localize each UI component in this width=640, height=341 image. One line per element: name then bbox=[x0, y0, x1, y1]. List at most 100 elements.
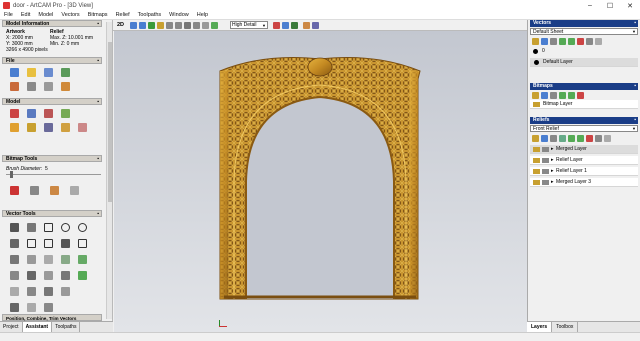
layer-options-icon[interactable] bbox=[595, 38, 602, 45]
menu-model[interactable]: Model bbox=[34, 12, 57, 18]
offset-icon[interactable] bbox=[44, 109, 53, 118]
trim-icon[interactable] bbox=[61, 271, 70, 280]
sheet-dropdown[interactable]: Default Sheet ▼ bbox=[530, 28, 638, 35]
relief-layer-row[interactable]: Merged Layer ▸ bbox=[530, 145, 638, 154]
close-model-icon[interactable] bbox=[61, 68, 70, 77]
shaded-icon[interactable] bbox=[211, 22, 218, 29]
cut-icon[interactable] bbox=[27, 82, 36, 91]
tab-project[interactable]: Project bbox=[0, 322, 23, 332]
brush-slider-track[interactable] bbox=[6, 174, 101, 175]
lock-view-icon[interactable] bbox=[202, 22, 209, 29]
expand-icon[interactable]: ▸ bbox=[551, 145, 554, 154]
tab-toolpaths[interactable]: Toolpaths bbox=[52, 322, 81, 332]
rotate-icon[interactable] bbox=[78, 255, 87, 264]
bitmap-up-icon[interactable] bbox=[559, 92, 566, 99]
menu-help[interactable]: Help bbox=[193, 12, 212, 18]
smooth-icon[interactable] bbox=[70, 186, 79, 195]
nest-icon[interactable] bbox=[78, 271, 87, 280]
scale-icon[interactable] bbox=[10, 271, 19, 280]
detail-dropdown[interactable]: High Detail ▼ bbox=[230, 21, 268, 29]
copy-relief-icon[interactable] bbox=[550, 135, 557, 142]
zoom-out-icon[interactable] bbox=[139, 22, 146, 29]
expand-icon[interactable]: ▸ bbox=[551, 178, 554, 187]
scrollbar-thumb[interactable] bbox=[108, 42, 112, 202]
layer-down-icon[interactable] bbox=[568, 38, 575, 45]
offset-vector-icon[interactable] bbox=[27, 255, 36, 264]
polygon-icon[interactable] bbox=[27, 239, 36, 248]
lighting-icon[interactable] bbox=[61, 123, 70, 132]
vectors-header[interactable]: Vectors ▪ bbox=[530, 20, 638, 27]
front-view-icon[interactable] bbox=[166, 22, 173, 29]
paste-icon[interactable] bbox=[61, 82, 70, 91]
position-header[interactable]: Position, Combine, Trim Vectors bbox=[2, 314, 102, 321]
wrap-icon[interactable] bbox=[27, 303, 36, 312]
fillet-icon[interactable] bbox=[10, 255, 19, 264]
tab-layers[interactable]: Layers bbox=[527, 322, 553, 332]
resolution-icon[interactable] bbox=[27, 109, 36, 118]
align-icon[interactable] bbox=[44, 255, 53, 264]
relief-down-icon[interactable] bbox=[577, 135, 584, 142]
new-layer-icon[interactable] bbox=[532, 38, 539, 45]
paint-icon[interactable] bbox=[10, 186, 19, 195]
mirror-icon[interactable] bbox=[61, 255, 70, 264]
colour-icon[interactable] bbox=[27, 123, 36, 132]
top-view-icon[interactable] bbox=[184, 22, 191, 29]
subtract-icon[interactable] bbox=[27, 287, 36, 296]
expand-icon[interactable]: ▸ bbox=[551, 167, 554, 176]
fill-icon[interactable] bbox=[30, 186, 39, 195]
intersect-icon[interactable] bbox=[44, 287, 53, 296]
texture-icon[interactable] bbox=[44, 123, 53, 132]
2d-view-button[interactable]: 2D bbox=[117, 22, 124, 28]
menu-toolpaths[interactable]: Toolpaths bbox=[134, 12, 166, 18]
zoom-in-icon[interactable] bbox=[130, 22, 137, 29]
relief-options-icon[interactable] bbox=[604, 135, 611, 142]
minimize-button[interactable]: – bbox=[580, 2, 600, 10]
array-icon[interactable] bbox=[44, 303, 53, 312]
relief-settings-icon[interactable] bbox=[595, 135, 602, 142]
menu-relief[interactable]: Relief bbox=[112, 12, 134, 18]
vector-layer-row[interactable]: Default Layer bbox=[530, 58, 638, 67]
circle-icon[interactable] bbox=[61, 223, 70, 232]
weld-icon[interactable] bbox=[10, 287, 19, 296]
left-scrollbar[interactable] bbox=[106, 22, 112, 319]
pin-icon[interactable]: ▪ bbox=[97, 211, 99, 218]
copy-icon[interactable] bbox=[44, 82, 53, 91]
star-icon[interactable] bbox=[44, 239, 53, 248]
bitmaps-header[interactable]: Bitmaps ▪ bbox=[530, 83, 638, 90]
import-bitmap-icon[interactable] bbox=[541, 92, 548, 99]
iso-view-icon[interactable] bbox=[157, 22, 164, 29]
light-icon[interactable] bbox=[303, 22, 310, 29]
bitmap-size-icon[interactable] bbox=[10, 123, 19, 132]
menu-file[interactable]: File bbox=[0, 12, 17, 18]
pin-icon[interactable]: ▪ bbox=[97, 21, 99, 28]
convert-icon[interactable] bbox=[61, 287, 70, 296]
visibility-icon[interactable] bbox=[542, 169, 549, 174]
import-relief-icon[interactable] bbox=[541, 135, 548, 142]
open-icon[interactable] bbox=[27, 68, 36, 77]
rotate-view-icon[interactable] bbox=[193, 22, 200, 29]
bitmap-tools-header[interactable]: Bitmap Tools ▪ bbox=[2, 155, 102, 162]
vector-view-icon[interactable] bbox=[282, 22, 289, 29]
toolpath-view-icon[interactable] bbox=[291, 22, 298, 29]
material-icon[interactable] bbox=[78, 123, 87, 132]
tab-assistant[interactable]: Assistant bbox=[22, 322, 53, 332]
join-icon[interactable] bbox=[27, 271, 36, 280]
expand-icon[interactable]: ▸ bbox=[551, 156, 554, 165]
layer-settings-icon[interactable] bbox=[586, 38, 593, 45]
erase-icon[interactable] bbox=[50, 186, 59, 195]
relief-up-icon[interactable] bbox=[568, 135, 575, 142]
tab-toolbox[interactable]: Toolbox bbox=[552, 322, 579, 332]
ellipse-icon[interactable] bbox=[78, 223, 87, 232]
pin-icon[interactable]: ▪ bbox=[97, 58, 99, 65]
layer-up-icon[interactable] bbox=[559, 38, 566, 45]
pin-icon[interactable]: ▪ bbox=[97, 156, 99, 163]
copy-bitmap-icon[interactable] bbox=[550, 92, 557, 99]
polyline-icon[interactable] bbox=[10, 239, 19, 248]
node-edit-icon[interactable] bbox=[27, 223, 36, 232]
model-info-header[interactable]: Model Information ▪ bbox=[2, 20, 102, 27]
copy-layer-icon[interactable] bbox=[541, 38, 548, 45]
arc-icon[interactable] bbox=[61, 239, 70, 248]
relief-dropdown[interactable]: Front Relief ▼ bbox=[530, 125, 638, 132]
visibility-icon[interactable] bbox=[542, 180, 549, 185]
reliefs-header[interactable]: Reliefs ▪ bbox=[530, 117, 638, 124]
